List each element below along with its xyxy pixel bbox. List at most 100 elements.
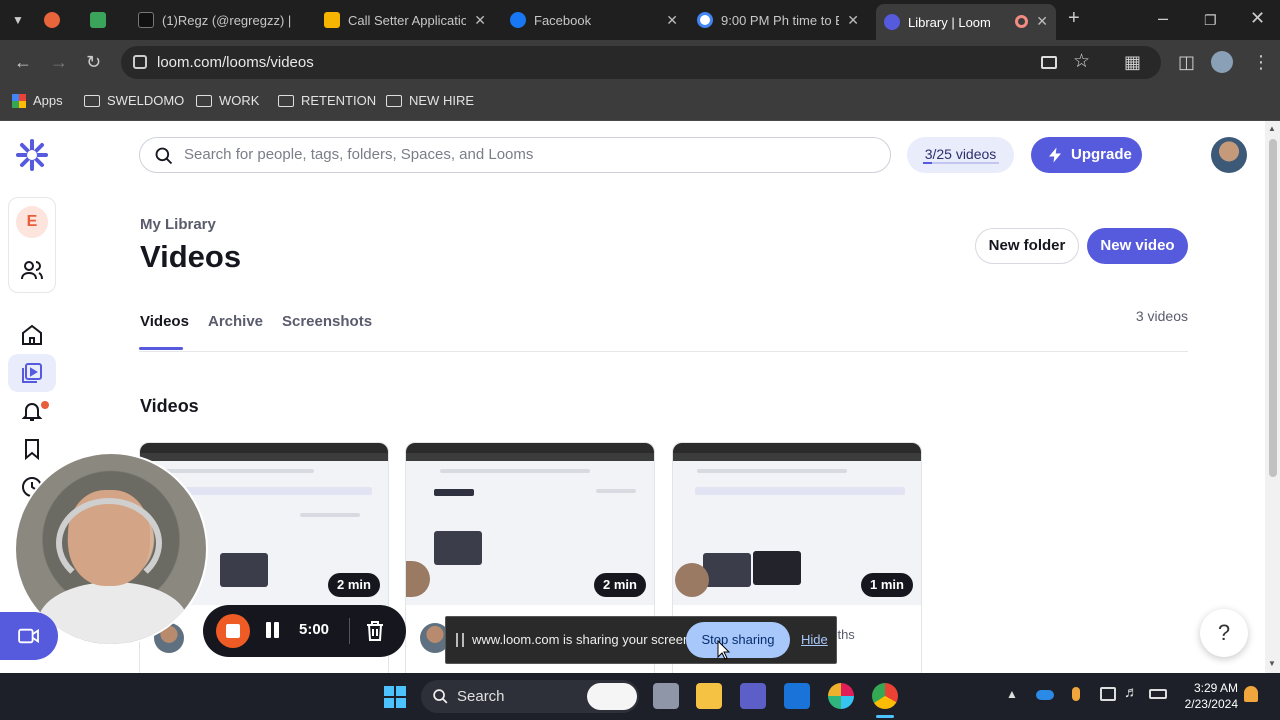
browser-tab-time[interactable]: 9:00 PM Ph time to ES ✕: [697, 6, 867, 34]
vaco-widget[interactable]: [587, 683, 637, 710]
google-icon: [697, 12, 713, 28]
profile-avatar[interactable]: [1211, 51, 1233, 73]
file-explorer-icon[interactable]: [696, 683, 722, 709]
windows-start-icon[interactable]: [383, 685, 407, 709]
browser-menu-icon[interactable]: ⋮: [1252, 52, 1270, 72]
camera-headphones: [56, 498, 162, 588]
search-input[interactable]: [184, 146, 864, 163]
bookmark-apps[interactable]: Apps: [12, 93, 63, 108]
forward-arrow-icon[interactable]: →: [50, 52, 68, 72]
tab-list-chevron-icon[interactable]: ▼: [12, 10, 24, 30]
browser-tab-loom[interactable]: Library | Loom ✕: [876, 4, 1056, 40]
tab-close-icon[interactable]: ✕: [1036, 13, 1048, 30]
new-tab-plus-icon[interactable]: +: [1068, 8, 1080, 28]
sharing-message: www.loom.com is sharing your screen.: [472, 632, 694, 647]
search-bar[interactable]: [139, 137, 891, 173]
new-video-button[interactable]: New video: [1087, 228, 1188, 264]
video-thumbnail[interactable]: 1 min: [673, 443, 921, 605]
taskbar-clock[interactable]: 3:29 AM 2/23/2024: [1180, 680, 1238, 712]
thumbnail-mini-frame: [703, 553, 751, 587]
bookmark-label: RETENTION: [301, 93, 377, 108]
pause-bar-icon: [266, 622, 271, 638]
video-quota-badge[interactable]: 3/25 videos: [907, 137, 1014, 173]
tab-close-icon[interactable]: ✕: [474, 12, 486, 29]
video-thumbnail[interactable]: 2 min: [406, 443, 654, 605]
side-panel-icon[interactable]: ◫: [1178, 52, 1195, 72]
back-arrow-icon[interactable]: ←: [14, 52, 32, 72]
drag-handle-icon[interactable]: [456, 633, 464, 647]
chrome-icon[interactable]: [872, 683, 898, 709]
bookmark-retention[interactable]: RETENTION: [278, 93, 376, 108]
quota-progress-fill: [923, 162, 933, 164]
bookmark-sweldomo[interactable]: SWELDOMO: [84, 93, 184, 108]
battery-icon[interactable]: [1149, 689, 1167, 699]
bookmark-icon[interactable]: [20, 437, 44, 461]
browser-tab-bar: ▼ (1)Regz (@regregzz) | Call Setter Appl…: [0, 0, 1280, 40]
task-view-icon[interactable]: [653, 683, 679, 709]
tray-chevron-icon[interactable]: ▲: [1006, 687, 1018, 701]
thumbnail-mini-frame: [220, 553, 268, 587]
outlook-icon[interactable]: [784, 683, 810, 709]
microphone-icon[interactable]: [1072, 687, 1080, 701]
library-videos-icon[interactable]: [20, 361, 44, 385]
window-close-icon[interactable]: ✕: [1250, 8, 1265, 28]
recording-timer: 5:00: [299, 621, 330, 638]
extensions-puzzle-icon[interactable]: ▦: [1124, 52, 1141, 72]
folder-icon: [278, 94, 294, 107]
thumbnail-line: [300, 513, 360, 517]
thumbnail-avatar: [675, 563, 709, 597]
window-restore-icon[interactable]: ❐: [1204, 10, 1217, 30]
tab-close-icon[interactable]: ✕: [666, 12, 678, 29]
teams-icon[interactable]: [740, 683, 766, 709]
tab-archive[interactable]: Archive: [208, 313, 263, 330]
pause-recording-button[interactable]: [263, 620, 283, 642]
breadcrumb[interactable]: My Library: [140, 216, 216, 233]
onedrive-icon[interactable]: [1036, 690, 1054, 700]
site-settings-icon[interactable]: [133, 55, 147, 69]
volume-icon[interactable]: ♬: [1124, 684, 1139, 701]
controls-divider: [349, 618, 350, 644]
trash-icon[interactable]: [363, 619, 387, 643]
bookmark-star-icon[interactable]: ☆: [1073, 50, 1090, 73]
members-icon[interactable]: [20, 258, 44, 282]
tab-screenshots[interactable]: Screenshots: [282, 313, 372, 330]
reload-icon[interactable]: ↻: [86, 52, 101, 72]
taskbar-search[interactable]: Search: [421, 680, 639, 713]
workspace-avatar[interactable]: E: [16, 206, 48, 238]
loom-icon: [884, 14, 900, 30]
loom-logo-icon[interactable]: [16, 139, 48, 171]
upgrade-button[interactable]: Upgrade: [1031, 137, 1142, 173]
recorder-camera-toggle[interactable]: [0, 612, 58, 660]
scroll-down-arrow-icon[interactable]: ▼: [1268, 659, 1276, 668]
browser-tab-tiktok[interactable]: (1)Regz (@regregzz) |: [138, 6, 306, 34]
new-folder-button[interactable]: New folder: [975, 228, 1079, 264]
browser-tab-facebook[interactable]: Facebook ✕: [510, 6, 686, 34]
stop-recording-button[interactable]: [216, 614, 250, 648]
page-scrollbar[interactable]: ▲ ▼: [1265, 121, 1280, 673]
help-button[interactable]: ?: [1200, 609, 1248, 657]
browser-tab-call-setter[interactable]: Call Setter Application ✕: [324, 6, 494, 34]
scroll-up-arrow-icon[interactable]: ▲: [1268, 124, 1276, 133]
url-text[interactable]: loom.com/looms/videos: [157, 54, 314, 71]
hide-sharing-bar-link[interactable]: Hide: [801, 632, 828, 647]
browser-tab-2[interactable]: [90, 6, 128, 34]
video-camera-icon[interactable]: [1041, 56, 1057, 69]
scrollbar-thumb[interactable]: [1269, 139, 1277, 477]
upgrade-label: Upgrade: [1071, 146, 1132, 163]
network-icon[interactable]: [1100, 687, 1116, 701]
stop-sharing-button[interactable]: Stop sharing: [686, 622, 790, 658]
bookmark-work[interactable]: WORK: [196, 93, 259, 108]
window-minimize-icon[interactable]: –: [1158, 8, 1168, 28]
notification-bell-icon[interactable]: [1244, 686, 1258, 702]
address-bar[interactable]: loom.com/looms/videos ☆: [121, 46, 1161, 79]
browser-tab-1[interactable]: [44, 6, 82, 34]
stop-square-icon: [226, 624, 240, 638]
slack-icon[interactable]: [828, 683, 854, 709]
user-avatar[interactable]: [1211, 137, 1247, 173]
recording-indicator-icon: [1015, 15, 1028, 28]
tab-videos[interactable]: Videos: [140, 313, 189, 330]
home-icon[interactable]: [20, 323, 44, 347]
bookmark-new-hire[interactable]: NEW HIRE: [386, 93, 474, 108]
tab-close-icon[interactable]: ✕: [847, 12, 859, 29]
thumbnail-browser-frame: [673, 453, 921, 461]
